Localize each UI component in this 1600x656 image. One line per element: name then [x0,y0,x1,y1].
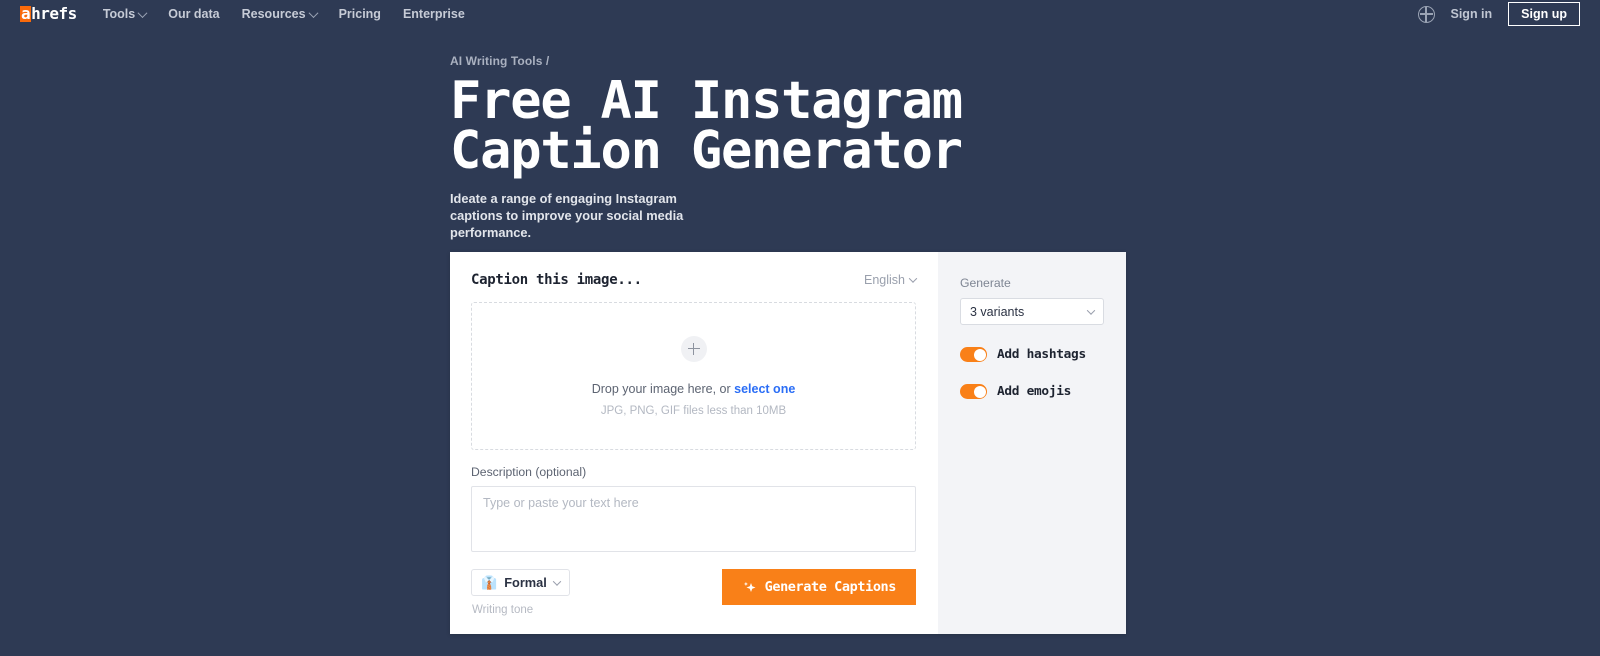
card-actions-row: 👔 Formal Writing tone Generate Captions [471,569,916,616]
dropzone-primary-text: Drop your image here, or select one [592,382,796,396]
add-hashtags-label: Add hashtags [997,347,1086,362]
logo-text: hrefs [31,4,77,23]
page-title: Free AI Instagram Caption Generator [450,71,963,181]
nav-item-pricing-label: Pricing [338,7,381,21]
writing-tone-group: 👔 Formal Writing tone [471,569,570,616]
chevron-down-icon [908,274,918,283]
dropzone-hint-text: JPG, PNG, GIF files less than 10MB [600,404,787,417]
description-label: Description (optional) [471,465,587,479]
writing-tone-selector[interactable]: 👔 Formal [471,569,570,596]
nav-item-resources[interactable]: Resources [241,7,319,21]
nav-item-resources-label: Resources [241,7,306,21]
chevron-down-icon [137,7,148,18]
language-selector[interactable]: English [864,273,918,287]
hero-section: AI Writing Tools / Free AI Instagram Cap… [0,28,1600,241]
top-navigation-bar: a hrefs Tools Our data Resources Pricing … [0,0,1600,28]
language-selector-value: English [864,273,905,287]
add-hashtags-toggle-row[interactable]: Add hashtags [960,347,1104,362]
primary-nav-items: Tools Our data Resources Pricing Enterpr… [103,7,465,21]
variants-select[interactable]: 3 variants [960,298,1104,325]
sign-in-link[interactable]: Sign in [1451,7,1493,21]
variants-select-value: 3 variants [970,304,1025,319]
card-header: Caption this image... English [471,272,918,288]
nav-item-tools-label: Tools [102,7,136,21]
chevron-down-icon [552,576,562,586]
nav-item-our-data-label: Our data [168,7,220,21]
card-main-column: Caption this image... English Drop your … [450,252,938,634]
nav-item-enterprise[interactable]: Enterprise [403,7,465,21]
generate-captions-button[interactable]: Generate Captions [721,569,916,605]
chevron-down-icon [1086,305,1096,315]
chevron-down-icon [308,7,319,18]
breadcrumb[interactable]: AI Writing Tools / [450,54,1600,68]
generate-options-label: Generate [960,276,1011,290]
logo-letter-a: a [20,4,32,23]
caption-generator-card: Caption this image... English Drop your … [450,252,1126,634]
ahrefs-logo[interactable]: a hrefs [20,6,77,22]
add-emojis-toggle-row[interactable]: Add emojis [960,384,1104,399]
necktie-icon: 👔 [481,575,498,590]
plus-icon[interactable] [680,335,707,362]
nav-item-enterprise-label: Enterprise [402,7,465,21]
sparkle-icon [742,580,757,595]
dropzone-primary-prefix: Drop your image here, or [591,381,735,396]
nav-item-pricing[interactable]: Pricing [339,7,381,21]
generate-captions-label: Generate Captions [764,579,897,595]
nav-right-group: Sign in Sign up [1417,2,1580,26]
nav-item-tools[interactable]: Tools [102,7,148,21]
sign-up-button[interactable]: Sign up [1508,2,1580,26]
add-hashtags-toggle[interactable] [960,347,987,362]
description-input[interactable] [471,486,916,552]
writing-tone-value: Formal [504,575,547,590]
writing-tone-caption: Writing tone [472,604,534,616]
toggle-knob [973,385,986,398]
globe-icon[interactable] [1417,5,1435,23]
page-subtitle: Ideate a range of engaging Instagram cap… [450,191,684,240]
add-emojis-toggle[interactable] [960,384,987,399]
add-emojis-label: Add emojis [997,384,1072,399]
nav-item-our-data[interactable]: Our data [168,7,219,21]
toggle-knob [973,348,986,361]
card-options-panel: Generate 3 variants Add hashtags Add emo… [938,252,1126,634]
card-title: Caption this image... [471,272,642,288]
image-dropzone[interactable]: Drop your image here, or select one JPG,… [471,302,916,450]
select-one-link[interactable]: select one [734,382,795,396]
